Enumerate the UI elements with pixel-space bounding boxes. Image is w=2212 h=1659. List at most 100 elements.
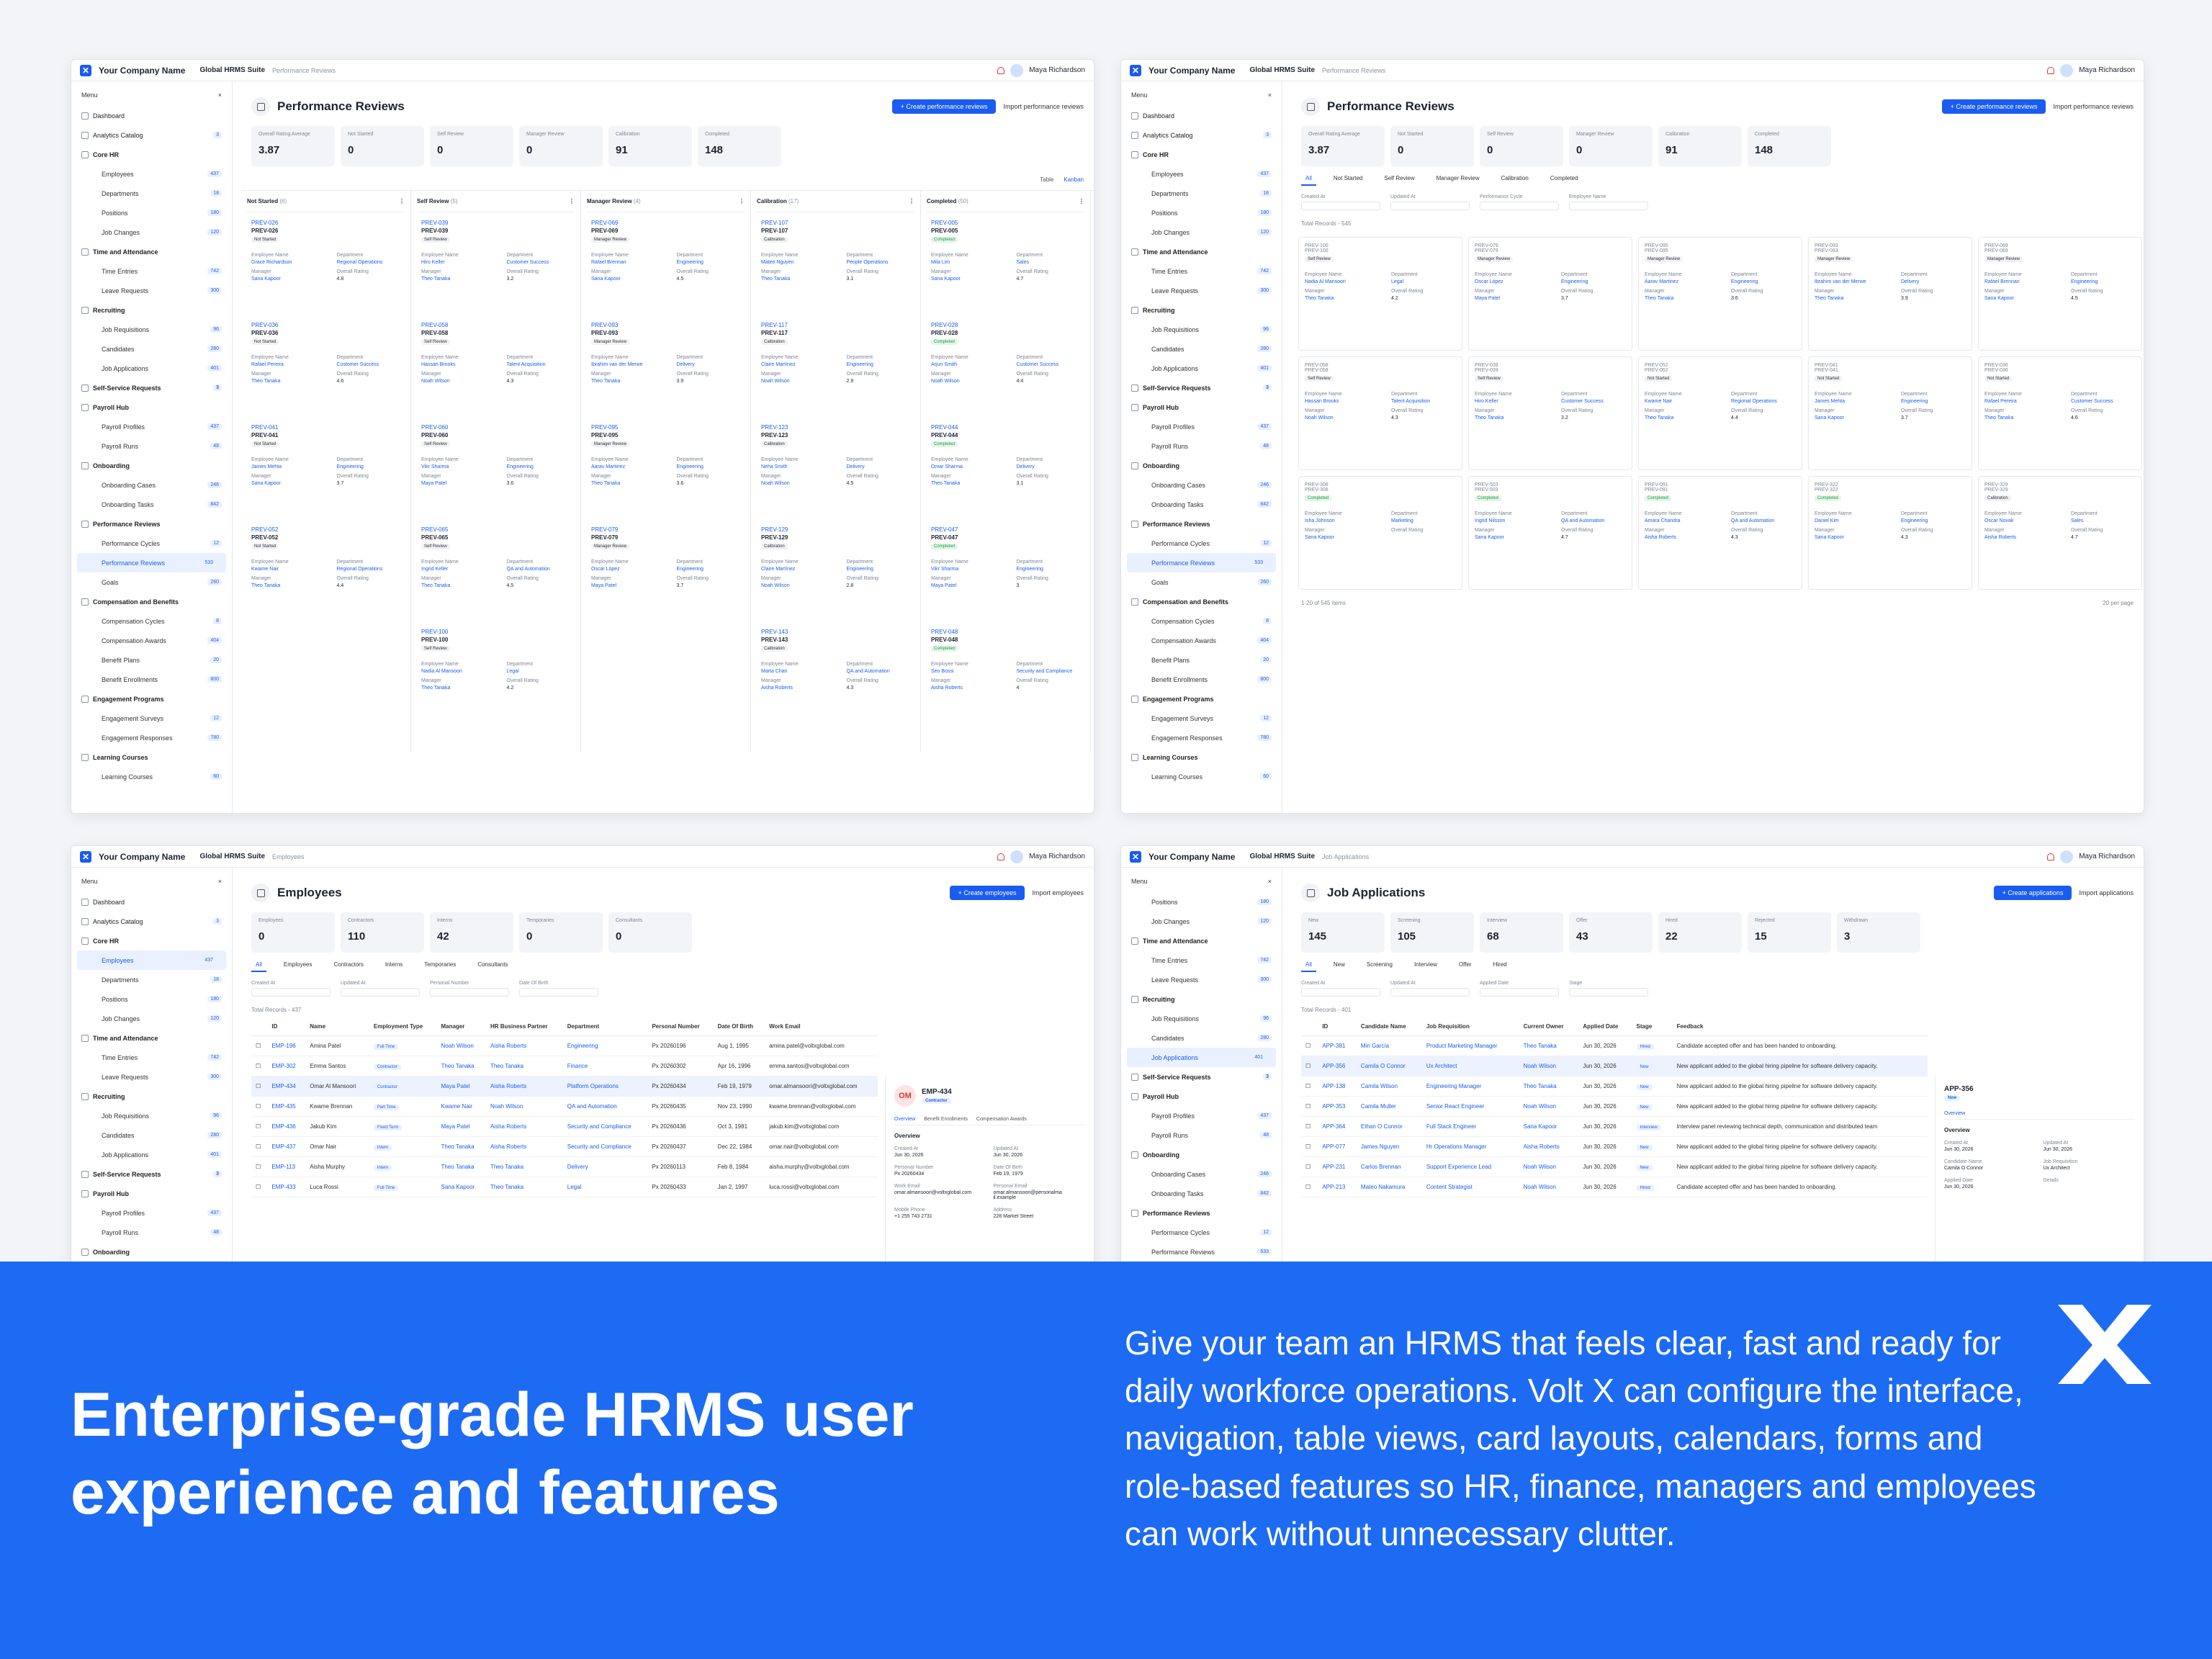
close-icon[interactable]: × [218, 91, 222, 99]
review-card[interactable]: PREV-143 PREV-143 Calibration Employee Name… [757, 621, 914, 724]
employee-name[interactable]: Claire Martínez [761, 567, 825, 572]
card-id-link[interactable]: PREV-047 [931, 526, 1080, 533]
table-row[interactable]: ☐ EMP-433 Luca Rossi Full Time Sana Kapoor Th… [251, 1177, 878, 1197]
sidebar-item[interactable]: Leave Requests 300 [71, 1067, 232, 1087]
filter-field[interactable]: Personal Number [430, 981, 509, 997]
review-card[interactable]: PREV-093 PREV-093 Manager Review Employee N… [587, 315, 745, 417]
department-name[interactable]: Engineering [677, 260, 741, 265]
filter-field[interactable]: Applied Date [1480, 981, 1559, 997]
tab-interview[interactable]: Interview [1410, 958, 1442, 972]
employee-name[interactable]: Marta Chan [761, 669, 825, 674]
sidebar-item[interactable]: Learning Courses [1121, 747, 1282, 767]
employee-name[interactable]: Hassan Brooks [421, 362, 485, 367]
sidebar-item[interactable]: Job Applications 401 [1127, 1048, 1276, 1067]
table-cell[interactable]: APP-356 [1318, 1056, 1357, 1076]
employee-name[interactable]: Oscar López [591, 567, 655, 572]
filter-input[interactable] [1480, 202, 1559, 210]
manager-name[interactable]: Sana Kapoor [931, 276, 995, 282]
table-cell[interactable]: APP-353 [1318, 1096, 1357, 1117]
sidebar-item[interactable]: Engagement Responses 780 [71, 728, 232, 747]
tab-screening[interactable]: Screening [1362, 958, 1397, 972]
department-name[interactable]: Talent Acquisition [1391, 399, 1456, 404]
department-name[interactable]: Engineering [847, 362, 911, 367]
sidebar-item[interactable]: Performance Reviews [1121, 1203, 1282, 1223]
table-cell[interactable]: Noah Wilson [1519, 1177, 1579, 1197]
sidebar-item[interactable]: Leave Requests 300 [1121, 970, 1282, 989]
row-checkbox[interactable]: ☐ [251, 1076, 268, 1097]
manager-name[interactable]: Theo Tanaka [421, 583, 485, 588]
review-card[interactable]: PREV-069 PREV-069 Manager Review Employee N… [1978, 237, 2142, 351]
table-cell[interactable]: Theo Tanaka [485, 1156, 563, 1177]
employee-name[interactable]: Rafael Pereira [1984, 399, 2049, 404]
review-card[interactable]: PREV-044 PREV-044 Completed Employee Name Om… [927, 417, 1084, 519]
employee-name[interactable]: Vikr Sharma [931, 567, 995, 572]
review-card[interactable]: PREV-041 PREV-041 Not Started Employee Name… [247, 417, 405, 519]
sidebar-item[interactable]: Compensation Awards 404 [1121, 631, 1282, 650]
department-name[interactable]: Delivery [1901, 279, 1966, 284]
card-id-link[interactable]: PREV-107 [761, 220, 910, 226]
sidebar-item[interactable]: Recruiting [1121, 989, 1282, 1009]
table-row[interactable]: ☐ APP-353 Camila Muller Senior React Engine… [1301, 1096, 1928, 1117]
sidebar-item[interactable]: Performance Reviews [1121, 514, 1282, 534]
table-cell[interactable]: Engineering Manager [1421, 1076, 1519, 1097]
import-button[interactable]: Import applications [2079, 889, 2134, 896]
review-card[interactable]: PREV-048 PREV-048 Completed Employee Name Se… [927, 621, 1084, 724]
table-row[interactable]: ☐ EMP-302 Emma Santos Contractor Theo Tanaka… [251, 1056, 878, 1076]
manager-name[interactable]: Aisha Roberts [1984, 535, 2049, 540]
filter-input[interactable] [1480, 988, 1559, 997]
card-id-link[interactable]: PREV-036 [251, 322, 400, 328]
table-row[interactable]: ☐ APP-213 Mateo Nakamura Content Strategist… [1301, 1177, 1928, 1197]
table-cell[interactable]: Aisha Roberts [485, 1136, 563, 1157]
column-header[interactable]: Candidate Name [1356, 1017, 1422, 1036]
card-id-link[interactable]: PREV-117 [761, 322, 910, 328]
sidebar-item[interactable]: Job Changes 120 [71, 1009, 232, 1028]
employee-name[interactable]: Oscar Novak [1984, 518, 2049, 523]
employee-name[interactable]: Ingrid Keller [421, 567, 485, 572]
row-checkbox[interactable]: ☐ [251, 1136, 268, 1157]
filter-field[interactable]: Updated At [341, 981, 420, 997]
filter-input[interactable] [341, 988, 420, 997]
employee-name[interactable]: Aarav Martinez [591, 464, 655, 469]
sidebar-item[interactable]: Dashboard [1121, 106, 1282, 125]
table-row[interactable]: ☐ EMP-435 Kwame Brennan Part Time Kwame Nair… [251, 1096, 878, 1117]
sidebar-item[interactable]: Payroll Runs 48 [1121, 436, 1282, 456]
card-id-link[interactable]: PREV-503 [1475, 482, 1626, 487]
table-cell[interactable]: Engineering [562, 1035, 648, 1056]
card-id-link[interactable]: PREV-322 [1815, 482, 1966, 487]
sidebar-item[interactable]: Job Changes 120 [1121, 222, 1282, 242]
sidebar-item[interactable]: Self-Service Requests 3 [1121, 1067, 1282, 1087]
import-button[interactable]: Import performance reviews [2053, 103, 2134, 110]
filter-input[interactable] [1390, 202, 1470, 210]
column-menu-icon[interactable]: ⋮ [739, 198, 745, 204]
card-id-link[interactable]: PREV-028 [931, 322, 1080, 328]
row-checkbox[interactable]: ☐ [1301, 1177, 1318, 1197]
employee-name[interactable]: Nadia Al Mansoori [1305, 279, 1370, 284]
sidebar-item[interactable]: Engagement Responses 780 [1121, 728, 1282, 747]
card-id-link[interactable]: PREV-052 [251, 526, 400, 533]
employee-name[interactable]: Vikr Sharma [421, 464, 485, 469]
table-cell[interactable]: Hr Operations Manager [1421, 1136, 1519, 1157]
column-header[interactable]: ID [267, 1017, 306, 1036]
filter-input[interactable] [430, 988, 509, 997]
table-cell[interactable]: EMP-437 [267, 1136, 306, 1157]
table-cell[interactable]: QA and Automation [562, 1096, 648, 1117]
department-name[interactable]: Engineering [1901, 518, 1966, 523]
department-name[interactable]: Customer Success [1017, 362, 1081, 367]
sidebar-item[interactable]: Payroll Profiles 437 [71, 1203, 232, 1223]
card-id-link[interactable]: PREV-100 [421, 629, 570, 635]
table-row[interactable]: ☐ APP-381 Min García Product Marketing Mana… [1301, 1035, 1928, 1056]
department-name[interactable]: Customer Success [507, 260, 571, 265]
sidebar-item[interactable]: Self-Service Requests 3 [1121, 378, 1282, 397]
sidebar-item[interactable]: Job Requisitions 96 [71, 320, 232, 339]
manager-name[interactable]: Sana Kapoor [251, 276, 315, 282]
user-name[interactable]: Maya Richardson [1029, 853, 1085, 860]
tab-all[interactable]: All [251, 958, 266, 972]
sidebar-item[interactable]: Job Applications 401 [1121, 359, 1282, 378]
column-header[interactable]: Employment Type [369, 1017, 437, 1036]
tab-completed[interactable]: Completed [1546, 172, 1583, 186]
sidebar-item[interactable]: Compensation Cycles 8 [71, 611, 232, 631]
department-name[interactable]: Engineering [507, 464, 571, 469]
column-header[interactable]: Current Owner [1519, 1017, 1579, 1036]
manager-name[interactable]: Sana Kapoor [251, 481, 315, 486]
department-name[interactable]: Engineering [1017, 567, 1081, 572]
